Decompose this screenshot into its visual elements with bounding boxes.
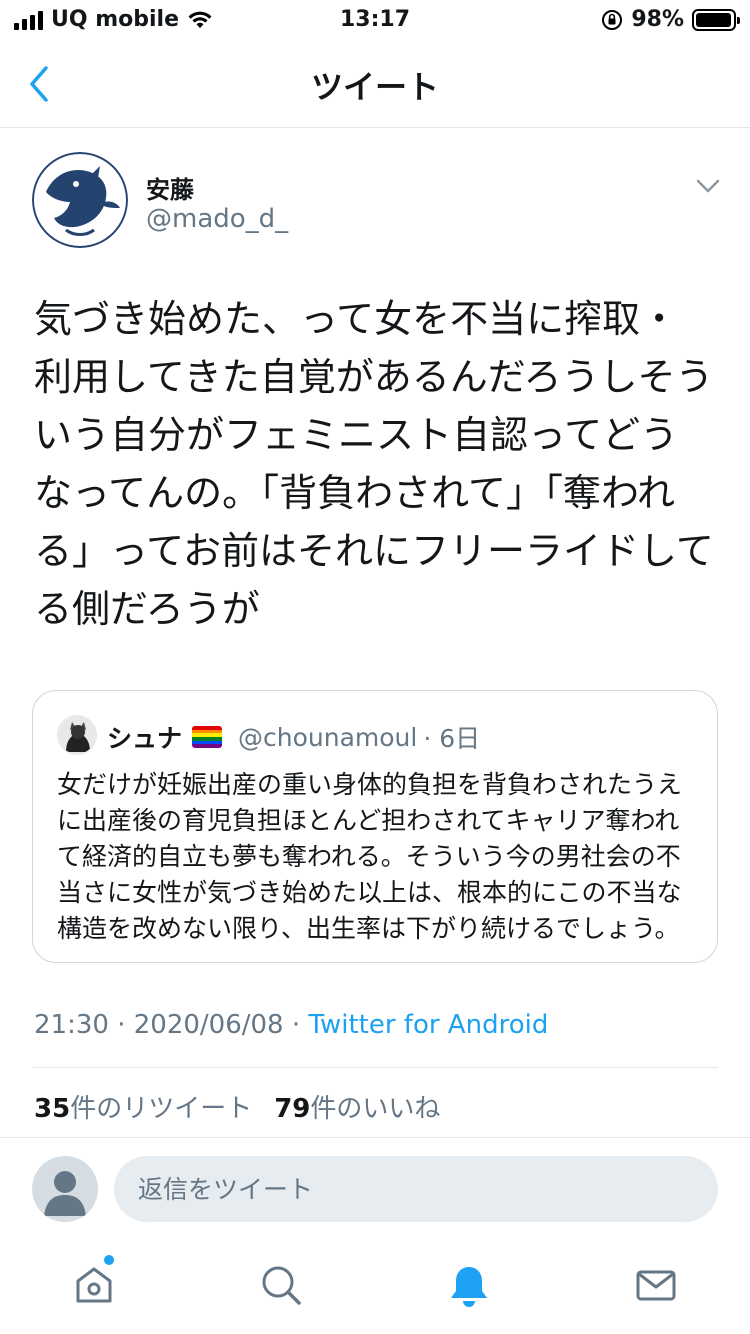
tweet-timestamp: 21:30 · 2020/06/08 · Twitter for Android [34,1010,548,1040]
rainbow-flag-icon [192,726,223,748]
quote-author-handle: @chounamoul [238,722,418,752]
tab-search[interactable] [257,1261,305,1309]
reply-input[interactable] [114,1156,718,1222]
search-icon [262,1266,301,1305]
tweet-menu-button[interactable] [694,172,722,200]
tweet-date: 2020/06/08 [133,1010,284,1040]
nav-bar: ツイート [0,40,750,128]
tweet-source-link[interactable]: Twitter for Android [308,1010,548,1040]
reply-bar [0,1137,750,1237]
quote-avatar [57,715,97,755]
tab-home[interactable] [70,1255,118,1309]
like-label: 件のいいね [310,1094,441,1124]
user-avatar [32,1156,98,1222]
quote-text: 女だけが妊娠出産の重い身体的負担を背負わされたうえに出産後の育児負担ほとんど担わ… [57,770,683,943]
home-unread-dot [104,1255,114,1265]
cat-avatar-icon [58,716,96,754]
quoted-tweet[interactable]: シュナ @chounamoul · 6日 女だけが妊娠出産の重い身体的負担を背負… [32,690,718,963]
tab-messages[interactable] [632,1261,680,1309]
bird-avatar-icon [32,152,128,248]
battery-icon [692,8,740,31]
quote-age: · 6日 [423,724,481,753]
home-icon [76,1267,112,1303]
tab-bar [0,1237,750,1334]
status-bar: UQ mobile 13:17 98% [0,0,750,40]
mail-icon [636,1270,676,1301]
battery-percent: 98% [631,7,684,32]
battery-info: 98% [601,7,740,32]
meta-separator: · [117,1010,126,1040]
retweet-count: 35 [34,1094,71,1124]
quote-author-name: シュナ [107,724,183,753]
like-count: 79 [274,1094,311,1124]
tweet-text: 気づき始めた、って女を不当に搾取・利用してきた自覚があるんだろうしそういう自分が… [34,297,714,631]
retweets-link[interactable]: 35件のリツイート [34,1088,252,1125]
tab-notifications[interactable] [445,1261,493,1309]
chevron-down-icon [696,179,720,193]
retweet-label: 件のリツイート [70,1094,253,1124]
default-avatar-icon [44,1171,86,1216]
tweet-stats: 35件のリツイート 79件のいいね [34,1088,440,1125]
meta-separator: · [291,1010,301,1040]
author-name[interactable]: 安藤 [146,170,194,205]
bell-icon [451,1267,487,1307]
likes-link[interactable]: 79件のいいね [274,1088,440,1125]
page-title: ツイート [310,68,439,106]
divider [32,1067,718,1068]
author-avatar[interactable] [32,152,128,248]
tweet-time: 21:30 [34,1010,109,1040]
tweet-author: 安藤 @mado_d_ [32,152,722,252]
quote-header: シュナ @chounamoul · 6日 [107,719,480,755]
author-handle[interactable]: @mado_d_ [146,204,288,234]
rotation-lock-icon [602,9,623,30]
